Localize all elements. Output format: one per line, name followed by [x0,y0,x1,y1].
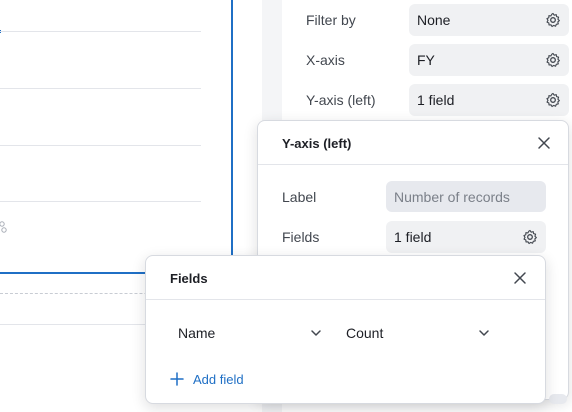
gridline [0,88,201,89]
fields-field[interactable]: 1 field [386,221,546,253]
config-value: None [417,12,451,28]
close-icon[interactable] [537,136,551,150]
gridline [0,201,201,202]
field-name-select[interactable]: Name [170,319,330,347]
divider [146,299,545,300]
popover-title: Fields [170,271,208,286]
config-row-filter-by: Filter by None [306,4,572,36]
gear-icon[interactable] [545,12,561,28]
config-label: Filter by [306,12,356,28]
aggregation-value: Count [346,325,384,341]
config-value: 1 field [417,92,455,108]
label-label: Label [282,189,317,205]
filter-by-field[interactable]: None [409,4,569,36]
toggle-switch[interactable] [549,394,567,404]
resize-handle-icon[interactable] [0,220,8,234]
label-input[interactable] [386,181,546,212]
gear-icon[interactable] [545,92,561,108]
popover-title: Y-axis (left) [282,136,352,151]
x-axis-field[interactable]: FY [409,44,569,76]
y-axis-left-field[interactable]: 1 field [409,84,569,116]
aggregation-select[interactable]: Count [338,319,498,347]
config-row-y-axis-left: Y-axis (left) 1 field [306,84,572,116]
fields-popover: Fields Name Count Add field [145,255,546,404]
chevron-down-icon [479,330,489,336]
config-label: Y-axis (left) [306,92,376,108]
fields-label: Fields [282,229,320,245]
chevron-down-icon [311,330,321,336]
add-field-label: Add field [193,372,244,387]
divider [258,164,568,165]
close-icon[interactable] [513,271,527,285]
config-row-x-axis: X-axis FY [306,44,572,76]
gridline [0,145,201,146]
gear-icon[interactable] [545,52,561,68]
gear-icon[interactable] [522,229,538,245]
config-label: X-axis [306,52,345,68]
chart-selection-frame[interactable] [0,0,233,274]
field-name-value: Name [178,325,216,341]
add-field-button[interactable]: Add field [170,370,290,392]
plus-icon [170,372,184,386]
config-value: FY [417,52,435,68]
gridline [0,31,201,32]
fields-value: 1 field [394,229,432,245]
